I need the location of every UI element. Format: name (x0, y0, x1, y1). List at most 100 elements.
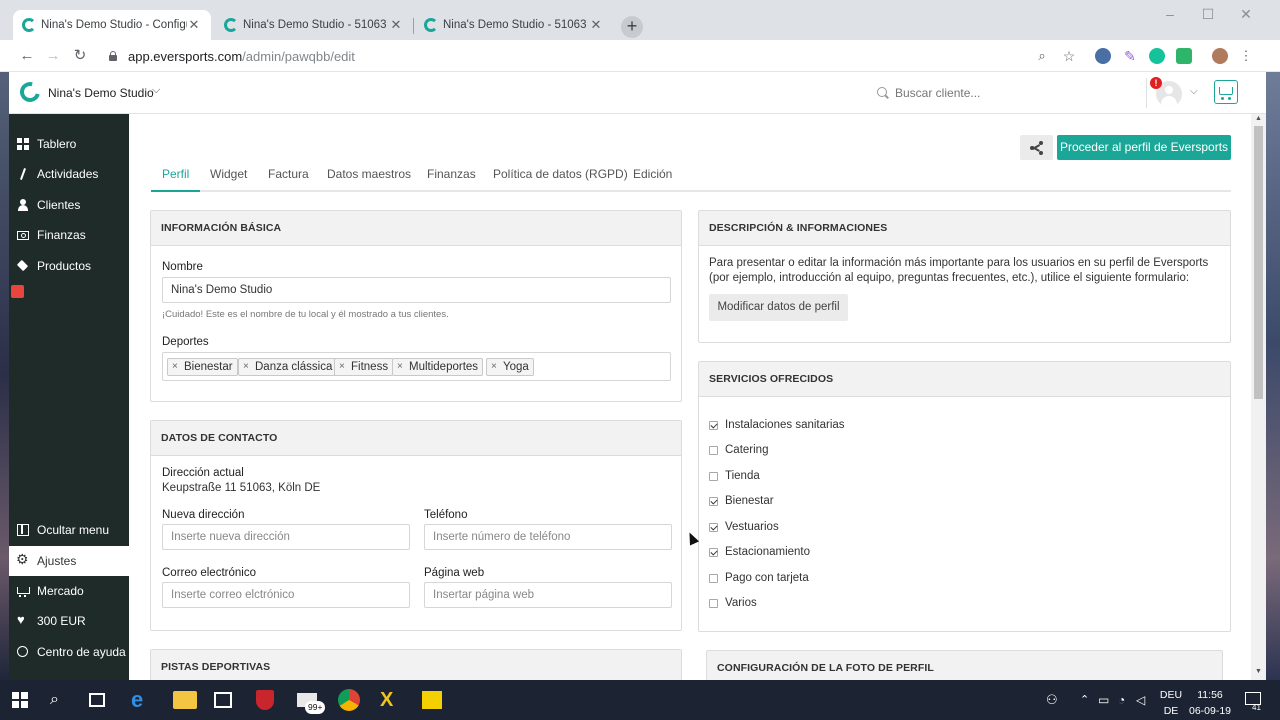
page-scrollbar[interactable]: ▲ ▼ (1251, 114, 1266, 680)
chrome-icon[interactable] (338, 689, 360, 711)
tab-politica-de-datos[interactable]: Política de datos (RGPD) (493, 167, 628, 192)
task-view-icon[interactable] (89, 693, 105, 707)
sidebar-item-mercado[interactable]: Mercado (9, 576, 129, 606)
sports-tag-input[interactable]: × Bienestar × Danza clássica × Fitness × Mul… (162, 352, 671, 381)
service-checkbox[interactable]: Bienestar (709, 493, 774, 509)
share-button[interactable] (1020, 135, 1053, 160)
remove-tag-icon[interactable]: × (491, 359, 497, 375)
checkbox[interactable] (709, 522, 718, 532)
close-tab-icon[interactable]: ✕ (389, 17, 403, 33)
checkbox[interactable] (709, 471, 718, 481)
keyboard-language[interactable]: DEU (1156, 689, 1186, 701)
chevron-down-icon[interactable]: ⌵ (1190, 86, 1198, 97)
scroll-up-icon[interactable]: ▲ (1255, 115, 1262, 122)
sport-tag[interactable]: × Danza clássica (238, 358, 338, 376)
close-tab-icon[interactable]: ✕ (589, 17, 603, 33)
sidebar-item-tablero[interactable]: Tablero (9, 129, 129, 159)
back-icon[interactable]: ← (17, 46, 37, 66)
proceed-to-profile-button[interactable]: Proceder al perfil de Eversports (1057, 135, 1231, 160)
studio-selector[interactable]: Nina's Demo Studio (48, 86, 154, 100)
sidebar-item-centro-de-ayuda[interactable]: Centro de ayuda (9, 637, 129, 667)
checkbox[interactable] (709, 420, 718, 430)
clock-time[interactable]: 11:56 (1190, 689, 1230, 701)
sidebar-item-finanzas[interactable]: Finanzas (9, 220, 129, 250)
bookmark-star-icon[interactable]: ☆ (1061, 48, 1077, 64)
shopping-cart-icon[interactable] (1214, 80, 1238, 104)
red-square-icon (11, 285, 24, 298)
minimize-icon[interactable]: – (1160, 6, 1180, 22)
sidebar-item-actividades[interactable]: Actividades (9, 159, 129, 189)
extension-green-icon[interactable] (1176, 48, 1192, 64)
sidebar-item-credit[interactable]: 300 EUR (9, 606, 129, 636)
checkbox[interactable] (709, 496, 718, 506)
browser-tab-3[interactable]: Nina's Demo Studio - 51063 Köln ✕ (415, 10, 613, 40)
remove-tag-icon[interactable]: × (339, 359, 345, 375)
sport-tag[interactable]: × Fitness (334, 358, 394, 376)
close-window-icon[interactable]: ✕ (1236, 6, 1256, 23)
phone-field[interactable] (424, 524, 672, 550)
maximize-icon[interactable]: ☐ (1198, 6, 1218, 23)
browser-tab-2[interactable]: Nina's Demo Studio - 51063 Köln ✕ (215, 10, 413, 40)
browser-menu-icon[interactable]: ⋮ (1238, 48, 1254, 64)
service-checkbox[interactable]: Pago con tarjeta (709, 570, 809, 586)
windows-start-icon[interactable] (12, 692, 28, 708)
sport-tag[interactable]: × Bienestar (167, 358, 238, 376)
scroll-down-icon[interactable]: ▼ (1255, 668, 1262, 675)
scrollbar-thumb[interactable] (1254, 126, 1263, 399)
tab-edicion[interactable]: Edición (633, 167, 672, 192)
eversports-logo-icon[interactable] (16, 78, 44, 106)
file-explorer-icon[interactable] (173, 691, 197, 709)
service-checkbox[interactable]: Instalaciones sanitarias (709, 417, 845, 433)
tab-factura[interactable]: Factura (268, 167, 309, 192)
store-icon[interactable] (214, 692, 232, 708)
sidebar-item-productos[interactable]: Productos (9, 251, 129, 281)
sidebar-item-ocultar-menu[interactable]: Ocultar menu (9, 515, 129, 545)
new-address-field[interactable] (162, 524, 410, 550)
x-app-icon[interactable]: X (380, 688, 404, 712)
address-bar[interactable]: app.eversports.com /admin/pawqbb/edit (100, 44, 1090, 68)
sidebar-item-clientes[interactable]: Clientes (9, 190, 129, 220)
extension-pen-icon[interactable]: ✎ (1122, 48, 1138, 64)
tab-widget[interactable]: Widget (210, 167, 247, 192)
tab-datos-maestros[interactable]: Datos maestros (327, 167, 411, 192)
service-checkbox[interactable]: Varios (709, 595, 757, 611)
edit-profile-data-button[interactable]: Modificar datos de perfil (709, 294, 848, 321)
checkbox[interactable] (709, 598, 718, 608)
notes-icon[interactable] (422, 691, 442, 709)
people-icon[interactable]: ⚇ (1046, 688, 1070, 712)
checkbox[interactable] (709, 573, 718, 583)
zoom-icon[interactable]: ⌕ (1034, 48, 1050, 64)
tab-finanzas[interactable]: Finanzas (427, 167, 476, 192)
profile-avatar-icon[interactable] (1212, 48, 1228, 64)
browser-tab-1[interactable]: Nina's Demo Studio - Configuración ✕ (13, 10, 211, 40)
sidebar-item-ajustes[interactable]: Ajustes (9, 546, 129, 576)
extension-1-icon[interactable] (1095, 48, 1111, 64)
close-tab-icon[interactable]: ✕ (187, 17, 201, 33)
tab-perfil[interactable]: Perfil (151, 167, 201, 192)
email-field[interactable] (162, 582, 410, 608)
name-field[interactable] (162, 277, 671, 303)
remove-tag-icon[interactable]: × (172, 359, 178, 375)
forward-icon[interactable]: → (43, 46, 63, 66)
website-field[interactable] (424, 582, 672, 608)
clock-date[interactable]: 06-09-19 (1186, 705, 1234, 717)
edge-icon[interactable]: e (131, 688, 155, 712)
remove-tag-icon[interactable]: × (397, 359, 403, 375)
service-checkbox[interactable]: Vestuarios (709, 519, 779, 535)
chevron-down-icon[interactable]: ⌵ (152, 84, 160, 97)
new-tab-button[interactable]: + (621, 16, 643, 38)
reload-icon[interactable]: ↻ (70, 46, 90, 66)
grammarly-icon[interactable] (1149, 48, 1165, 64)
sport-tag[interactable]: × Yoga (486, 358, 534, 376)
service-checkbox[interactable]: Catering (709, 442, 768, 458)
service-checkbox[interactable]: Estacionamiento (709, 544, 810, 560)
remove-tag-icon[interactable]: × (243, 359, 249, 375)
search-input[interactable] (895, 86, 1125, 100)
checkbox[interactable] (709, 445, 718, 455)
mcafee-icon[interactable] (256, 690, 274, 710)
search-icon[interactable]: ⌕ (50, 688, 74, 712)
sport-tag[interactable]: × Multideportes (392, 358, 484, 376)
checkbox[interactable] (709, 547, 718, 557)
service-checkbox[interactable]: Tienda (709, 468, 760, 484)
keyboard-layout[interactable]: DE (1156, 705, 1186, 717)
